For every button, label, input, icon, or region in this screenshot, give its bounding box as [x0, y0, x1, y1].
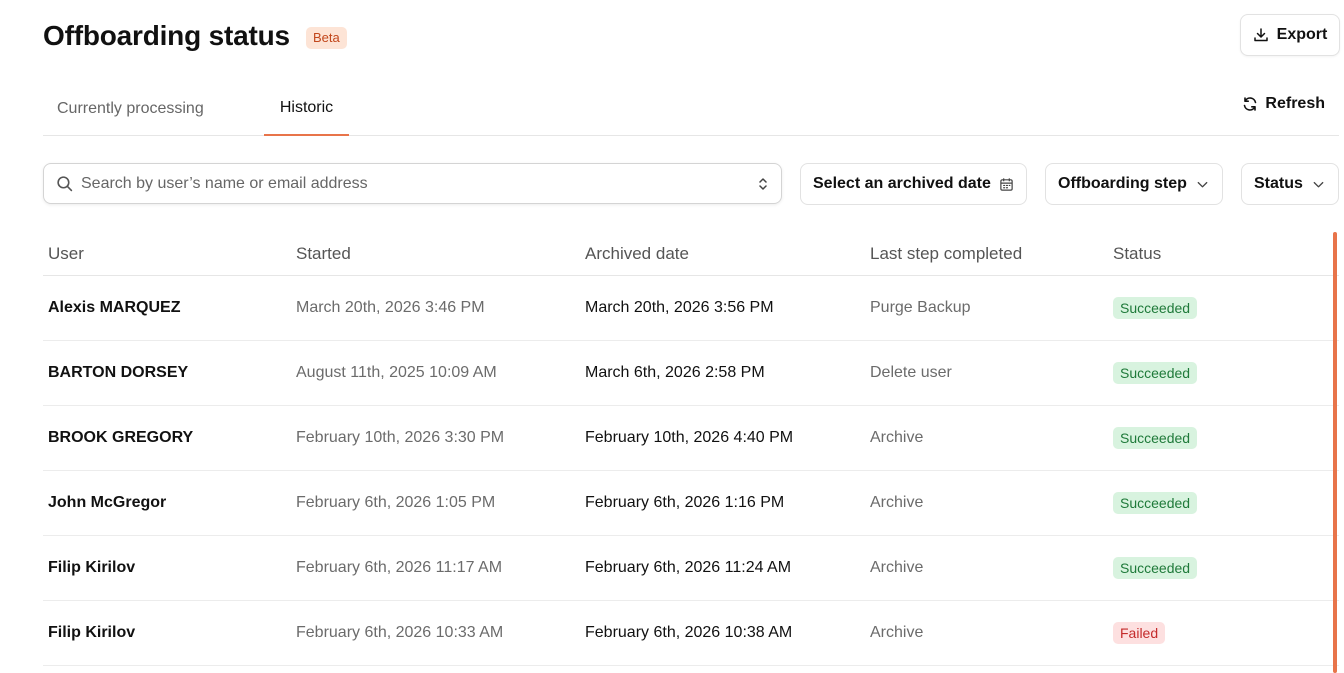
- user-name: BROOK GREGORY: [48, 429, 194, 446]
- search-input[interactable]: [81, 174, 757, 193]
- offboarding-step-label: Offboarding step: [1058, 175, 1187, 192]
- table-row[interactable]: BROOK GREGORY February 10th, 2026 3:30 P…: [43, 406, 1339, 471]
- archived-date: February 10th, 2026 4:40 PM: [585, 429, 794, 446]
- archived-date: February 6th, 2026 1:16 PM: [585, 494, 785, 511]
- started-date: March 20th, 2026 3:46 PM: [296, 299, 485, 316]
- chevron-down-icon: [1313, 181, 1324, 187]
- export-button[interactable]: Export: [1240, 14, 1340, 56]
- column-header-started[interactable]: Started: [296, 244, 351, 264]
- status-badge: Failed: [1113, 622, 1166, 644]
- tab-bar: Currently processing Historic Refresh: [43, 82, 1339, 136]
- table-header: User Started Archived date Last step com…: [43, 232, 1339, 276]
- last-step: Delete user: [870, 364, 952, 381]
- last-step: Archive: [870, 624, 924, 641]
- offboarding-step-filter[interactable]: Offboarding step: [1045, 163, 1223, 205]
- status-badge: Succeeded: [1113, 557, 1198, 579]
- archived-date: February 6th, 2026 10:38 AM: [585, 624, 793, 641]
- user-name: Alexis MARQUEZ: [48, 299, 181, 316]
- search-icon: [57, 176, 73, 192]
- started-date: August 11th, 2025 10:09 AM: [296, 364, 497, 381]
- status-cell: Succeeded: [1113, 276, 1198, 340]
- archived-date: February 6th, 2026 11:24 AM: [585, 559, 792, 576]
- status-cell: Succeeded: [1113, 406, 1198, 470]
- status-cell: Succeeded: [1113, 536, 1198, 600]
- table-row[interactable]: Filip Kirilov February 6th, 2026 11:17 A…: [43, 536, 1339, 601]
- page-title: Offboarding status: [43, 20, 290, 51]
- status-filter-label: Status: [1254, 175, 1303, 192]
- user-name: BARTON DORSEY: [48, 364, 189, 381]
- table-row[interactable]: Alexis MARQUEZ March 20th, 2026 3:46 PM …: [43, 276, 1339, 341]
- tab-label: Currently processing: [57, 100, 204, 117]
- user-name: John McGregor: [48, 494, 167, 511]
- beta-badge: Beta: [306, 27, 347, 49]
- refresh-icon: [1244, 97, 1257, 111]
- archived-date-label: Select an archived date: [813, 175, 991, 192]
- search-box[interactable]: [43, 163, 782, 204]
- status-badge: Succeeded: [1113, 297, 1198, 319]
- archived-date: March 6th, 2026 2:58 PM: [585, 364, 765, 381]
- export-label: Export: [1276, 26, 1328, 43]
- download-icon: [1253, 28, 1268, 42]
- status-cell: Failed: [1113, 601, 1166, 665]
- column-header-archived-date[interactable]: Archived date: [585, 244, 689, 264]
- started-date: February 6th, 2026 1:05 PM: [296, 494, 496, 511]
- last-step: Archive: [870, 559, 924, 576]
- started-date: February 10th, 2026 3:30 PM: [296, 429, 505, 446]
- started-date: February 6th, 2026 10:33 AM: [296, 624, 504, 641]
- status-filter[interactable]: Status: [1241, 163, 1339, 205]
- tab-label: Historic: [279, 99, 334, 116]
- refresh-button[interactable]: Refresh: [1242, 82, 1325, 126]
- status-badge: Succeeded: [1113, 362, 1198, 384]
- status-cell: Succeeded: [1113, 471, 1198, 535]
- last-step: Purge Backup: [870, 299, 971, 316]
- chevron-down-icon: [1197, 181, 1208, 187]
- user-name: Filip Kirilov: [48, 624, 136, 641]
- last-step: Archive: [870, 494, 924, 511]
- last-step: Archive: [870, 429, 924, 446]
- status-badge: Succeeded: [1113, 492, 1198, 514]
- table-row[interactable]: Filip Kirilov February 6th, 2026 10:33 A…: [43, 601, 1339, 666]
- status-cell: Succeeded: [1113, 341, 1198, 405]
- started-date: February 6th, 2026 11:17 AM: [296, 559, 503, 576]
- column-header-user[interactable]: User: [48, 244, 84, 264]
- table-row[interactable]: John McGregor February 6th, 2026 1:05 PM…: [43, 471, 1339, 536]
- scrollbar[interactable]: [1333, 232, 1337, 673]
- sort-updown-icon: [759, 177, 767, 190]
- archived-date: March 20th, 2026 3:56 PM: [585, 299, 774, 316]
- table-row[interactable]: BARTON DORSEY August 11th, 2025 10:09 AM…: [43, 341, 1339, 406]
- archived-date-filter[interactable]: Select an archived date: [800, 163, 1027, 205]
- user-name: Filip Kirilov: [48, 559, 136, 576]
- status-badge: Succeeded: [1113, 427, 1198, 449]
- calendar-icon: [1000, 177, 1013, 191]
- refresh-label: Refresh: [1265, 95, 1325, 112]
- column-header-status[interactable]: Status: [1113, 244, 1161, 264]
- offboarding-table: User Started Archived date Last step com…: [43, 232, 1339, 666]
- tab-currently-processing[interactable]: Currently processing: [57, 82, 204, 136]
- column-header-last-step[interactable]: Last step completed: [870, 244, 1022, 264]
- tab-historic[interactable]: Historic: [264, 82, 349, 136]
